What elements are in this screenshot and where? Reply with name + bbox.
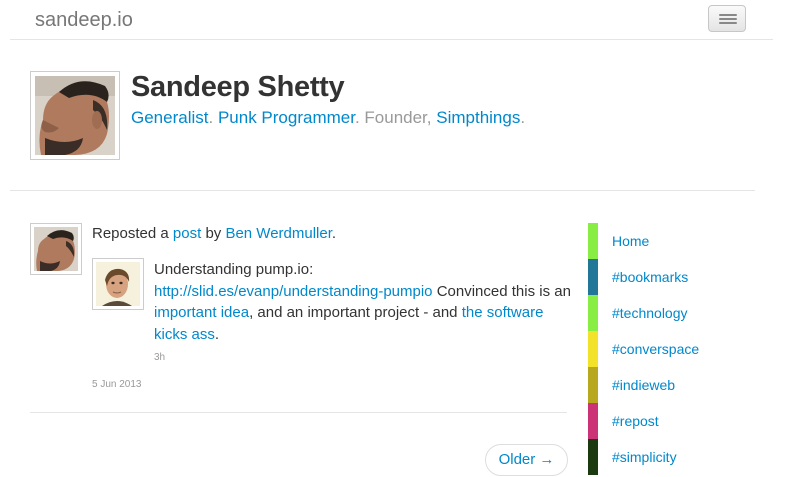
hamburger-icon <box>719 18 737 20</box>
post-text-1: Convinced this is an <box>436 282 571 300</box>
tagline-founder-text: . Founder, <box>354 108 432 127</box>
profile-photo-image <box>35 76 115 155</box>
sidebar-item-label[interactable]: Home <box>612 233 649 249</box>
sidebar-item-repost[interactable]: #repost <box>588 403 748 439</box>
original-post-time[interactable]: 3h <box>154 352 165 363</box>
site-brand-link[interactable]: sandeep.io <box>35 9 133 32</box>
hamburger-icon <box>719 22 737 24</box>
repost-post-link[interactable]: post <box>173 225 201 242</box>
sidebar-item-label[interactable]: #indieweb <box>612 377 675 393</box>
post-link-important-idea[interactable]: important idea <box>154 304 249 321</box>
original-author-face-icon <box>96 262 140 306</box>
repost-line: Reposted a post by Ben Werdmuller. <box>92 225 336 242</box>
post-divider <box>30 412 567 413</box>
profile-tagline: Generalist. Punk Programmer. Founder, Si… <box>131 108 525 128</box>
original-author-avatar-image <box>96 262 140 306</box>
tagline-separator: . <box>208 108 214 127</box>
post-text-3: . <box>214 325 220 343</box>
profile-face-icon <box>35 76 115 155</box>
author-face-icon <box>34 227 78 271</box>
profile-name: Sandeep Shetty <box>131 71 345 103</box>
sidebar-item-label[interactable]: #simplicity <box>612 449 677 465</box>
sidebar-item-converspace[interactable]: #converspace <box>588 331 748 367</box>
repost-by-text: by <box>205 225 222 242</box>
post-date[interactable]: 5 Jun 2013 <box>92 379 142 390</box>
author-avatar[interactable] <box>30 223 82 275</box>
hamburger-icon <box>719 14 737 16</box>
sidebar-item-bookmarks[interactable]: #bookmarks <box>588 259 748 295</box>
sidebar-item-indieweb[interactable]: #indieweb <box>588 367 748 403</box>
older-posts-button[interactable]: Older → <box>485 444 568 476</box>
repost-author-link[interactable]: Ben Werdmuller <box>225 225 331 242</box>
sidebar-nav: Home #bookmarks #technology #converspace #in… <box>588 223 748 475</box>
header-divider <box>10 190 755 191</box>
sidebar-item-label[interactable]: #technology <box>612 305 688 321</box>
tagline-separator: . <box>520 108 526 127</box>
sidebar-item-label[interactable]: #converspace <box>612 341 699 357</box>
sidebar-item-simplicity[interactable]: #simplicity <box>588 439 748 475</box>
sidebar-item-label[interactable]: #bookmarks <box>612 269 688 285</box>
repost-prefix: Reposted a <box>92 225 169 242</box>
post-url-link[interactable]: http://slid.es/evanp/understanding-pumpi… <box>154 283 433 300</box>
original-author-avatar[interactable] <box>92 258 144 310</box>
menu-toggle-button[interactable] <box>708 5 746 32</box>
tagline-simpthings-link[interactable]: Simpthings <box>436 108 520 127</box>
tagline-punk-programmer-link[interactable]: Punk Programmer <box>218 108 355 127</box>
post-text-2: , and an important project - and <box>249 304 458 321</box>
sidebar-item-technology[interactable]: #technology <box>588 295 748 331</box>
tagline-generalist-link[interactable]: Generalist <box>131 108 208 127</box>
author-avatar-image <box>34 227 78 271</box>
post-body: Understanding pump.io: http://slid.es/ev… <box>154 259 579 345</box>
sidebar-item-label[interactable]: #repost <box>612 413 659 429</box>
post-title: Understanding pump.io: <box>154 261 314 278</box>
profile-photo[interactable] <box>30 71 120 160</box>
top-navbar: sandeep.io <box>10 0 773 40</box>
sidebar-item-home[interactable]: Home <box>588 223 748 259</box>
repost-end: . <box>331 225 337 242</box>
